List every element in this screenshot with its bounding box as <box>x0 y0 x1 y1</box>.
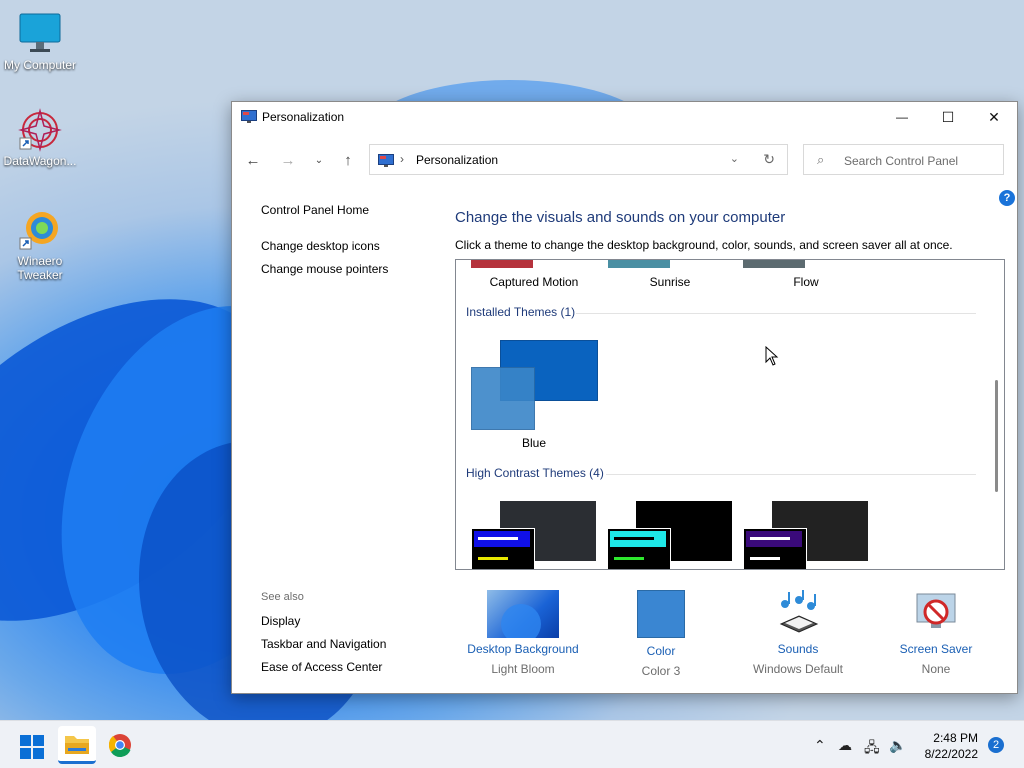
forward-arrow-icon[interactable]: → <box>278 152 298 170</box>
page-subtitle: Click a theme to change the desktop back… <box>455 238 953 252</box>
taskbar: ⌃ ☁ 🖧 🔈 2:48 PM 8/22/2022 2 <box>0 720 1024 768</box>
link-change-desktop-icons[interactable]: Change desktop icons <box>261 239 380 253</box>
desktop-background-value: Light Bloom <box>491 662 555 676</box>
theme-thumbnail-sunrise[interactable] <box>608 260 670 268</box>
desktop-background-item[interactable]: Desktop Background Light Bloom <box>453 590 593 676</box>
recent-locations-chevron-icon[interactable]: ⌄ <box>309 152 329 170</box>
link-taskbar-and-navigation[interactable]: Taskbar and Navigation <box>261 637 386 651</box>
back-arrow-icon[interactable]: ← <box>243 152 263 170</box>
theme-list: Captured Motion Sunrise Flow Installed T… <box>455 259 1005 570</box>
personalization-window: Personalization — ☐ ✕ ← → ⌄ ↑ › Personal… <box>231 101 1018 694</box>
desktop-background-label[interactable]: Desktop Background <box>453 642 593 656</box>
desktop-icon-my-computer[interactable]: My Computer <box>0 12 80 72</box>
taskbar-chrome[interactable] <box>101 726 139 764</box>
desktop-icon-label: Winaero Tweaker <box>17 254 63 282</box>
screen-saver-item[interactable]: Screen Saver None <box>866 590 1006 676</box>
theme-label[interactable]: Flow <box>751 275 861 289</box>
color-label[interactable]: Color <box>591 644 731 658</box>
group-divider <box>576 313 976 314</box>
minimize-button[interactable]: — <box>879 102 925 132</box>
desktop-icon-label: DataWagon... <box>3 154 77 168</box>
link-ease-of-access-center[interactable]: Ease of Access Center <box>261 660 382 674</box>
link-change-mouse-pointers[interactable]: Change mouse pointers <box>261 262 388 276</box>
theme-thumbnail-captured-motion[interactable] <box>471 260 533 268</box>
volume-icon[interactable]: 🔈 <box>889 737 906 754</box>
monitor-icon <box>18 12 62 56</box>
desktop-icon-label: My Computer <box>3 58 77 72</box>
theme-high-contrast-2[interactable] <box>607 501 737 569</box>
theme-preview-window <box>471 367 535 430</box>
theme-list-scrollbar[interactable] <box>987 260 1004 569</box>
control-panel-icon <box>241 110 257 123</box>
scrollbar-thumb[interactable] <box>995 380 998 492</box>
address-bar[interactable]: › Personalization ⌄ ↻ <box>369 144 788 175</box>
theme-preview-window <box>743 528 807 569</box>
theme-thumbnail-flow[interactable] <box>743 260 805 268</box>
clock-time: 2:48 PM <box>933 731 978 745</box>
sounds-label[interactable]: Sounds <box>728 642 868 656</box>
refresh-icon[interactable]: ↻ <box>763 151 775 168</box>
high-contrast-themes-heading: High Contrast Themes (4) <box>466 466 604 480</box>
title-bar[interactable]: Personalization — ☐ ✕ <box>232 102 1017 132</box>
color-value: Color 3 <box>641 664 681 678</box>
theme-high-contrast-3[interactable] <box>743 501 873 569</box>
window-title: Personalization <box>262 110 345 124</box>
cursor-icon <box>765 345 779 369</box>
sounds-value: Windows Default <box>752 662 844 676</box>
see-also-heading: See also <box>261 591 304 603</box>
screen-saver-label[interactable]: Screen Saver <box>866 642 1006 656</box>
clock[interactable]: 2:48 PM 8/22/2022 <box>918 730 978 762</box>
clock-date: 8/22/2022 <box>924 747 978 761</box>
onedrive-offline-icon[interactable]: ☁ <box>838 737 852 754</box>
sounds-icon <box>773 590 823 638</box>
link-display[interactable]: Display <box>261 614 300 628</box>
screen-saver-value: None <box>921 662 951 676</box>
screen-saver-icon <box>911 590 961 638</box>
breadcrumb-personalization[interactable]: Personalization <box>416 153 498 167</box>
taskbar-file-explorer[interactable] <box>58 726 96 764</box>
link-control-panel-home[interactable]: Control Panel Home <box>261 203 369 217</box>
theme-high-contrast-1[interactable] <box>471 501 601 569</box>
datawagon-icon <box>18 108 62 152</box>
theme-label[interactable]: Sunrise <box>615 275 725 289</box>
search-box[interactable]: ⌕ Search Control Panel <box>803 144 1004 175</box>
color-swatch-icon <box>637 590 685 638</box>
installed-themes-heading: Installed Themes (1) <box>466 305 576 319</box>
show-hidden-icons-chevron-icon[interactable]: ⌃ <box>814 737 826 754</box>
chrome-icon <box>108 734 131 758</box>
winaero-tweaker-icon <box>18 208 62 252</box>
maximize-button[interactable]: ☐ <box>925 102 971 132</box>
breadcrumb-separator: › <box>400 152 404 166</box>
navigation-bar: ← → ⌄ ↑ › Personalization ⌄ ↻ ⌕ Search C… <box>232 144 1017 178</box>
page-title: Change the visuals and sounds on your co… <box>455 209 786 226</box>
control-panel-icon <box>378 154 394 167</box>
search-icon: ⌕ <box>817 152 825 167</box>
close-button[interactable]: ✕ <box>971 102 1017 132</box>
theme-label[interactable]: Captured Motion <box>479 275 589 289</box>
desktop-background-icon <box>487 590 559 638</box>
search-input[interactable]: Search Control Panel <box>844 154 958 168</box>
notification-badge[interactable]: 2 <box>988 737 1004 753</box>
network-icon[interactable]: 🖧 <box>864 737 880 761</box>
color-item[interactable]: Color Color 3 <box>591 590 731 678</box>
theme-label[interactable]: Blue <box>479 436 589 450</box>
address-dropdown-chevron-icon[interactable]: ⌄ <box>730 152 739 165</box>
group-divider <box>606 474 976 475</box>
help-icon[interactable]: ? <box>999 190 1015 206</box>
start-button-windows-icon[interactable] <box>20 735 44 759</box>
theme-preview-window <box>607 528 671 569</box>
theme-blue[interactable] <box>471 340 601 432</box>
folder-icon <box>65 736 89 754</box>
up-arrow-icon[interactable]: ↑ <box>338 152 358 170</box>
theme-preview-window <box>471 528 535 569</box>
desktop-icon-datawagon[interactable]: DataWagon... <box>0 108 80 168</box>
desktop-icon-winaero-tweaker[interactable]: Winaero Tweaker <box>0 208 80 282</box>
sounds-item[interactable]: Sounds Windows Default <box>728 590 868 676</box>
